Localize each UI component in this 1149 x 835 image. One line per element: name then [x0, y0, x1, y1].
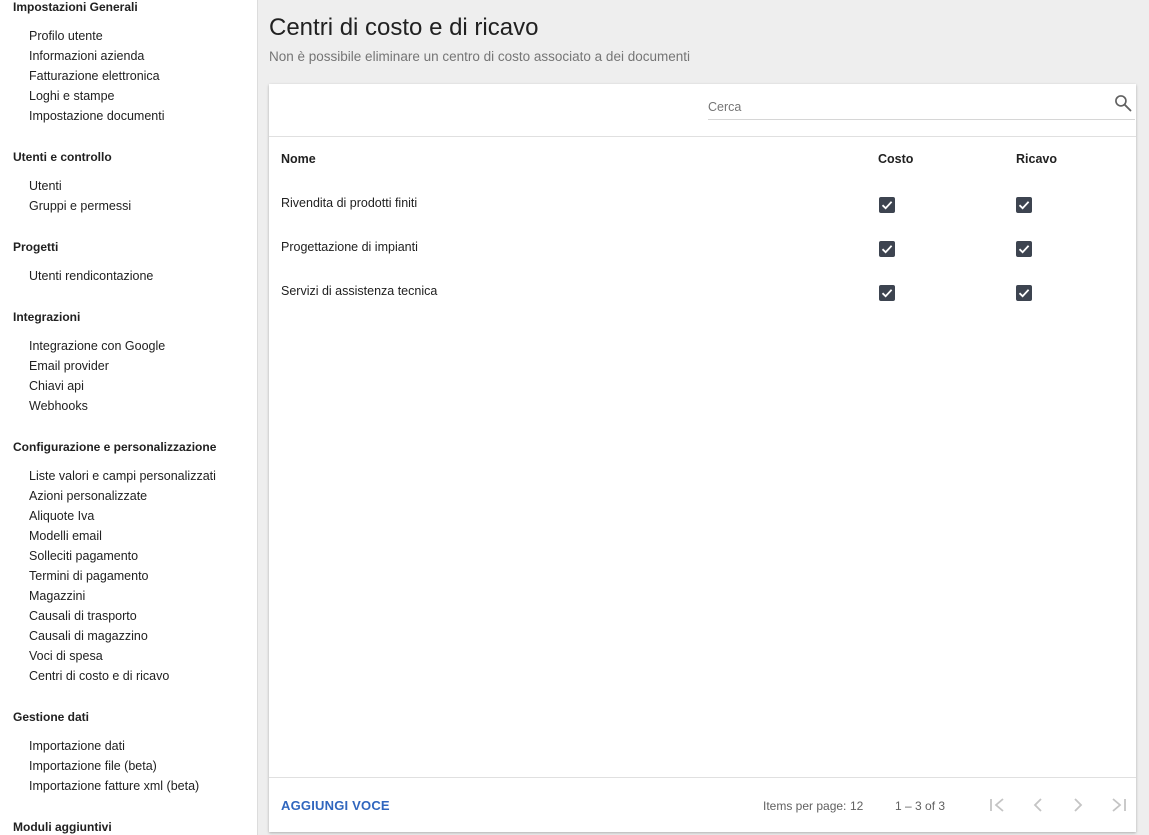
cell-revenue: [1016, 225, 1136, 269]
column-header-name[interactable]: Nome: [269, 137, 878, 181]
sidebar-item[interactable]: Chiavi api: [0, 376, 84, 396]
sidebar-section-title: Moduli aggiuntivi: [13, 820, 112, 834]
cell-revenue: [1016, 181, 1136, 225]
table-footer: AGGIUNGI VOCE Items per page: 12 1 – 3 o…: [269, 777, 1136, 832]
sidebar-item[interactable]: Gruppi e permessi: [0, 196, 131, 216]
cell-name: Progettazione di impianti: [281, 240, 418, 254]
sidebar-item[interactable]: Aliquote Iva: [0, 506, 94, 526]
cell-name: Servizi di assistenza tecnica: [281, 284, 438, 298]
cell-cost: [878, 181, 1016, 225]
sidebar-item[interactable]: Webhooks: [0, 396, 88, 416]
table-row[interactable]: Progettazione di impianti: [269, 225, 1136, 269]
cell-cost: [878, 225, 1016, 269]
pagination-range: 1 – 3 of 3: [895, 799, 946, 813]
sidebar-item[interactable]: Causali di magazzino: [0, 626, 148, 646]
sidebar-item[interactable]: Causali di trasporto: [0, 606, 137, 626]
revenue-checkbox[interactable]: [1016, 284, 1032, 301]
sidebar-item[interactable]: Solleciti pagamento: [0, 546, 138, 566]
table-header-row: Nome Costo Ricavo: [269, 137, 1136, 181]
settings-sidebar: Impostazioni Generali Profilo utente Infor…: [0, 0, 258, 835]
cost-checkbox[interactable]: [879, 284, 895, 301]
items-per-page-label: Items per page:: [763, 799, 847, 813]
page-title: Centri di costo e di ricavo: [269, 14, 539, 41]
cost-checkbox[interactable]: [879, 196, 895, 213]
cost-centers-table: Nome Costo Ricavo Rivendita di prodotti …: [269, 137, 1136, 313]
search-bar: [269, 84, 1136, 137]
search-input[interactable]: [708, 94, 1135, 120]
column-header-cost[interactable]: Costo: [878, 137, 1016, 181]
cost-checkbox[interactable]: [879, 240, 895, 257]
cell-cost: [878, 269, 1016, 313]
sidebar-item[interactable]: Liste valori e campi personalizzati: [0, 466, 216, 486]
sidebar-section-title: Gestione dati: [13, 710, 90, 724]
items-per-page-select[interactable]: 12: [850, 799, 863, 813]
table-row[interactable]: Servizi di assistenza tecnica: [269, 269, 1136, 313]
sidebar-item[interactable]: Importazione file (beta): [0, 756, 157, 776]
sidebar-item[interactable]: Importazione fatture xml (beta): [0, 776, 199, 796]
search-icon[interactable]: [1113, 93, 1133, 113]
sidebar-item[interactable]: Magazzini: [0, 586, 85, 606]
cost-centers-card: Nome Costo Ricavo Rivendita di prodotti …: [269, 84, 1136, 832]
sidebar-item[interactable]: Azioni personalizzate: [0, 486, 147, 506]
sidebar-item[interactable]: Profilo utente: [0, 26, 103, 46]
sidebar-section-title: Progetti: [13, 240, 59, 254]
sidebar-section-title: Configurazione e personalizzazione: [13, 440, 217, 454]
table-row[interactable]: Rivendita di prodotti finiti: [269, 181, 1136, 225]
cell-revenue: [1016, 269, 1136, 313]
revenue-checkbox[interactable]: [1016, 240, 1032, 257]
sidebar-item[interactable]: Fatturazione elettronica: [0, 66, 160, 86]
last-page-icon[interactable]: [1108, 795, 1128, 815]
sidebar-section-title: Integrazioni: [13, 310, 81, 324]
main-content: Centri di costo e di ricavo Non è possib…: [258, 0, 1149, 835]
sidebar-item[interactable]: Voci di spesa: [0, 646, 103, 666]
sidebar-item[interactable]: Termini di pagamento: [0, 566, 149, 586]
cell-name: Rivendita di prodotti finiti: [281, 196, 418, 210]
sidebar-item[interactable]: Centri di costo e di ricavo: [0, 666, 169, 686]
sidebar-item[interactable]: Utenti: [0, 176, 62, 196]
page-subtitle: Non è possibile eliminare un centro di c…: [269, 49, 690, 64]
sidebar-item[interactable]: Utenti rendicontazione: [0, 266, 153, 286]
sidebar-item[interactable]: Email provider: [0, 356, 109, 376]
sidebar-item[interactable]: Modelli email: [0, 526, 102, 546]
add-item-button[interactable]: AGGIUNGI VOCE: [281, 798, 390, 813]
sidebar-section-title: Impostazioni Generali: [13, 0, 138, 14]
sidebar-item[interactable]: Integrazione con Google: [0, 336, 165, 356]
revenue-checkbox[interactable]: [1016, 196, 1032, 213]
sidebar-item[interactable]: Importazione dati: [0, 736, 125, 756]
first-page-icon[interactable]: [988, 795, 1008, 815]
column-header-revenue[interactable]: Ricavo: [1016, 137, 1136, 181]
table-body: Rivendita di prodotti finiti Progettazion…: [269, 181, 1136, 313]
sidebar-item[interactable]: Informazioni azienda: [0, 46, 144, 66]
next-page-icon[interactable]: [1068, 795, 1088, 815]
sidebar-item[interactable]: Loghi e stampe: [0, 86, 114, 106]
sidebar-section-title: Utenti e controllo: [13, 150, 112, 164]
sidebar-item[interactable]: Impostazione documenti: [0, 106, 165, 126]
previous-page-icon[interactable]: [1028, 795, 1048, 815]
